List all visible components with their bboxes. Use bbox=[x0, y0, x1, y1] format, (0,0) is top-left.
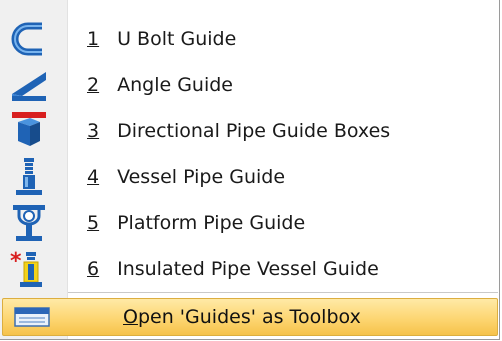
toolbox-icon bbox=[14, 307, 50, 327]
menu-item-number: 1 bbox=[87, 28, 100, 50]
open-as-toolbox-item[interactable]: Open 'Guides' as Toolbox bbox=[2, 298, 498, 336]
menu-item-directional-pipe-guide-boxes[interactable]: 3 Directional Pipe Guide Boxes bbox=[0, 108, 498, 154]
menu-item-text: Insulated Pipe Vessel Guide bbox=[117, 258, 379, 280]
toolbox-accelerator: O bbox=[123, 306, 138, 328]
svg-text:*: * bbox=[10, 249, 22, 274]
menu-item-insulated-pipe-vessel-guide[interactable]: * 6 Insulated Pipe Vessel Guide bbox=[0, 246, 498, 292]
menu-item-label: 5 Platform Pipe Guide bbox=[87, 200, 305, 246]
platform-guide-icon bbox=[13, 205, 45, 241]
toolbox-label-text: pen 'Guides' as Toolbox bbox=[137, 306, 361, 328]
menu-item-number: 2 bbox=[87, 74, 100, 96]
menu-item-u-bolt-guide[interactable]: 1 U Bolt Guide bbox=[0, 16, 498, 62]
toolbox-label: Open 'Guides' as Toolbox bbox=[123, 299, 361, 335]
menu-item-text: Platform Pipe Guide bbox=[117, 212, 306, 234]
menu-item-number: 5 bbox=[87, 212, 100, 234]
menu-item-text: Directional Pipe Guide Boxes bbox=[117, 120, 391, 142]
menu-item-label: 3 Directional Pipe Guide Boxes bbox=[87, 108, 390, 154]
context-menu: 1 U Bolt Guide 2 Angle Guide 3 Directional … bbox=[0, 0, 500, 340]
menu-item-text: Vessel Pipe Guide bbox=[117, 166, 286, 188]
menu-item-text: Angle Guide bbox=[117, 74, 233, 96]
menu-item-angle-guide[interactable]: 2 Angle Guide bbox=[0, 62, 498, 108]
menu-separator bbox=[68, 292, 498, 294]
angle-guide-icon bbox=[12, 72, 46, 101]
menu-item-platform-pipe-guide[interactable]: 5 Platform Pipe Guide bbox=[0, 200, 498, 246]
insulated-vessel-guide-icon: * bbox=[10, 249, 42, 287]
menu-item-label: 6 Insulated Pipe Vessel Guide bbox=[87, 246, 379, 292]
menu-item-text: U Bolt Guide bbox=[117, 28, 237, 50]
directional-guide-box-icon bbox=[12, 112, 46, 146]
menu-item-number: 3 bbox=[87, 120, 100, 142]
u-bolt-icon bbox=[11, 22, 42, 56]
menu-item-number: 6 bbox=[87, 258, 100, 280]
menu-item-vessel-pipe-guide[interactable]: 4 Vessel Pipe Guide bbox=[0, 154, 498, 200]
menu-item-label: 2 Angle Guide bbox=[87, 62, 233, 108]
menu-item-label: 4 Vessel Pipe Guide bbox=[87, 154, 285, 200]
vessel-guide-icon bbox=[16, 158, 42, 195]
menu-item-number: 4 bbox=[87, 166, 100, 188]
menu-item-label: 1 U Bolt Guide bbox=[87, 16, 236, 62]
